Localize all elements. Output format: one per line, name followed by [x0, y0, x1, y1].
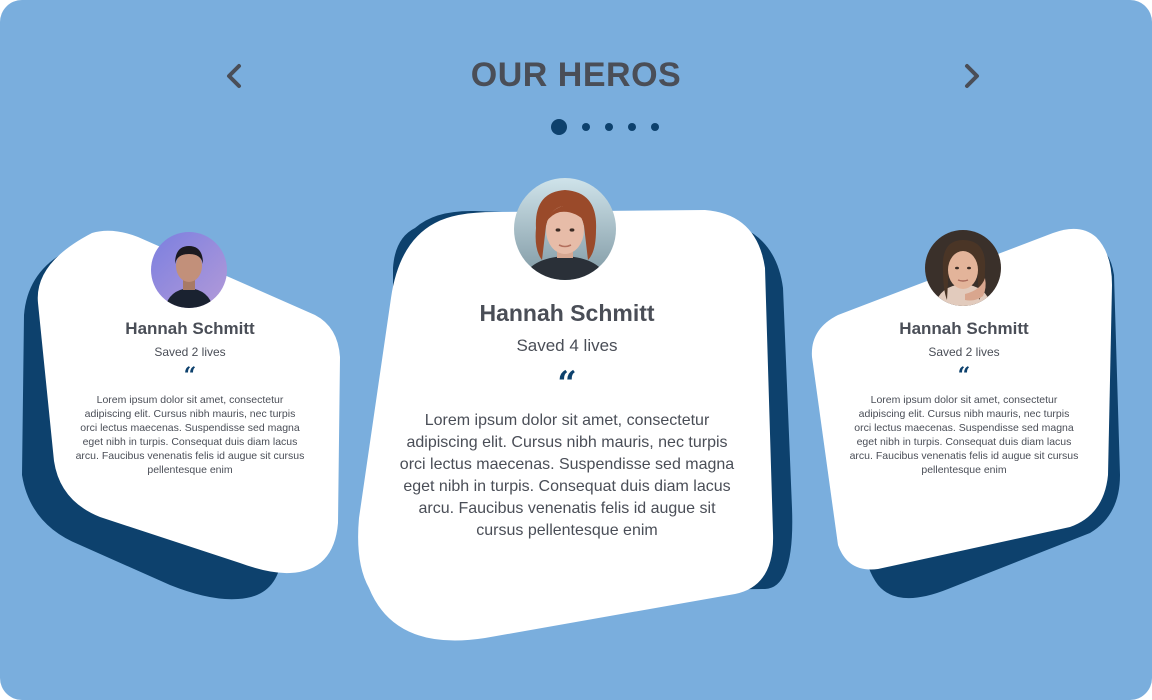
hero-testimonial: Lorem ipsum dolor sit amet, consectetur …	[75, 394, 305, 476]
pagination-dot[interactable]	[582, 123, 590, 131]
card-content: Hannah Schmitt Saved 2 lives “ Lorem ips…	[75, 319, 305, 477]
pagination-dot-active[interactable]	[551, 119, 567, 135]
pagination-dot[interactable]	[605, 123, 613, 131]
person-photo-icon	[925, 230, 1001, 306]
hero-subtitle: Saved 2 lives	[928, 345, 1000, 359]
quote-icon: “	[183, 363, 197, 389]
hero-card-right[interactable]: Hannah Schmitt Saved 2 lives “ Lorem ips…	[808, 225, 1138, 605]
carousel-pagination	[551, 119, 674, 135]
hero-subtitle: Saved 2 lives	[154, 345, 226, 359]
card-content: Hannah Schmitt Saved 4 lives “ Lorem ips…	[397, 300, 737, 542]
hero-testimonial: Lorem ipsum dolor sit amet, consectetur …	[849, 394, 1079, 476]
avatar	[514, 178, 616, 280]
hero-card-left[interactable]: Hannah Schmitt Saved 2 lives “ Lorem ips…	[20, 225, 350, 605]
hero-testimonial: Lorem ipsum dolor sit amet, consectetur …	[399, 412, 735, 539]
hero-name: Hannah Schmitt	[479, 300, 655, 326]
quote-icon: “	[557, 364, 577, 404]
pagination-dot[interactable]	[628, 123, 636, 131]
pagination-dot[interactable]	[651, 123, 659, 131]
person-photo-icon	[151, 232, 227, 308]
chevron-right-icon	[965, 64, 979, 88]
avatar	[925, 230, 1001, 306]
hero-card-center[interactable]: Hannah Schmitt Saved 4 lives “ Lorem ips…	[355, 178, 795, 648]
avatar	[151, 232, 227, 308]
person-photo-icon	[514, 178, 616, 280]
hero-name: Hannah Schmitt	[125, 319, 255, 338]
card-content: Hannah Schmitt Saved 2 lives “ Lorem ips…	[849, 319, 1079, 477]
hero-subtitle: Saved 4 lives	[516, 336, 618, 355]
next-button[interactable]	[956, 60, 988, 92]
hero-carousel-section: OUR HEROS Hannah Schmitt Saved 2 lives “…	[0, 0, 1152, 700]
quote-icon: “	[957, 363, 971, 389]
hero-name: Hannah Schmitt	[899, 319, 1029, 338]
